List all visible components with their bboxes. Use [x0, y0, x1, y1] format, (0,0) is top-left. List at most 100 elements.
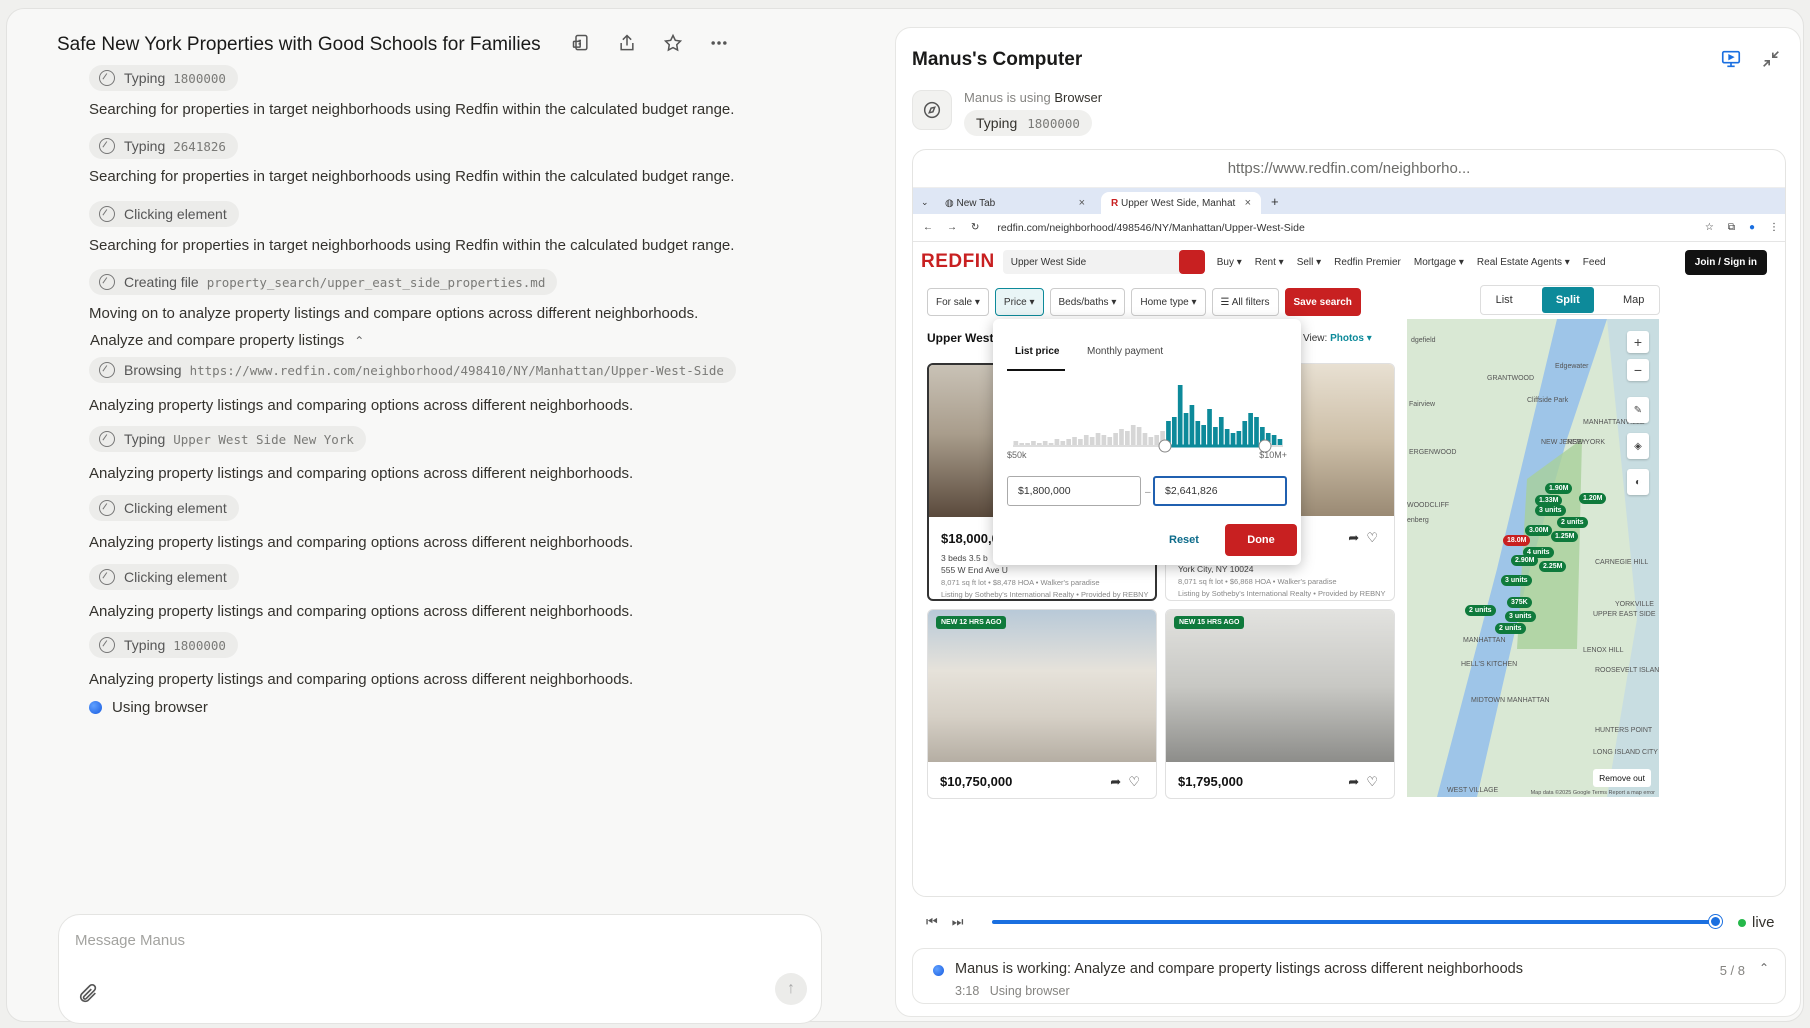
heart-icon[interactable]: ♡	[1128, 774, 1140, 789]
reload-icon[interactable]: ↻	[971, 222, 979, 233]
collapse-icon[interactable]	[1760, 48, 1782, 70]
redfin-nav-item[interactable]: Rent ▾	[1255, 257, 1284, 268]
map-price-pin[interactable]: 1.90M	[1545, 483, 1573, 494]
remove-outline-button[interactable]: Remove out	[1593, 769, 1651, 787]
playback-knob[interactable]	[1709, 915, 1722, 928]
menu-icon[interactable]: ⋮	[1769, 222, 1779, 233]
min-price-input[interactable]: $1,800,000	[1007, 476, 1141, 506]
task-status[interactable]: Manus is working: Analyze and compare pr…	[912, 948, 1786, 1004]
action-step[interactable]: Typing 1800000	[89, 632, 238, 658]
redfin-nav-item[interactable]: Mortgage ▾	[1414, 257, 1464, 268]
map-price-pin[interactable]: 3 units	[1501, 575, 1532, 586]
extensions-icon[interactable]: ⧉	[1728, 222, 1735, 233]
map-price-pin[interactable]: 375K	[1507, 597, 1532, 608]
share-icon[interactable]	[615, 31, 639, 55]
map-price-pin[interactable]: 1.20M	[1579, 493, 1607, 504]
listing-card[interactable]: NEW 15 HRS AGO $1,795,000 ➦ ♡	[1165, 609, 1395, 799]
map-price-pin[interactable]: 2.90M	[1511, 555, 1539, 566]
live-indicator[interactable]: live	[1738, 914, 1775, 931]
layers-icon[interactable]: ◈	[1627, 433, 1649, 459]
skip-back-icon[interactable]: ⏮	[926, 914, 938, 930]
heart-icon[interactable]: ♡	[1366, 774, 1378, 789]
new-tab-icon[interactable]: +	[1261, 194, 1289, 214]
more-icon[interactable]	[707, 31, 731, 55]
message-composer[interactable]: Message Manus ↑	[58, 914, 822, 1024]
map-price-pin[interactable]: 2 units	[1465, 605, 1496, 616]
action-step[interactable]: Typing Upper West Side New York	[89, 426, 366, 452]
listing-card[interactable]: NEW 12 HRS AGO $10,750,000 ➦ ♡	[927, 609, 1157, 799]
skip-forward-icon[interactable]: ⏭	[952, 914, 964, 930]
map-price-pin[interactable]: 2 units	[1495, 623, 1526, 634]
filter-button[interactable]: Home type ▾	[1131, 288, 1206, 316]
filter-button[interactable]: Price ▾	[994, 288, 1044, 316]
action-step[interactable]: Typing 2641826	[89, 133, 238, 159]
search-button[interactable]	[1178, 250, 1205, 274]
tab-monthly-payment[interactable]: Monthly payment	[1087, 346, 1163, 357]
done-button[interactable]: Done	[1225, 524, 1297, 556]
redfin-nav-item[interactable]: Redfin Premier	[1334, 257, 1401, 268]
redfin-nav-item[interactable]: Real Estate Agents ▾	[1477, 257, 1570, 268]
min-slider-handle[interactable]	[1158, 439, 1172, 453]
back-icon[interactable]: ←	[923, 222, 933, 233]
forward-icon[interactable]: →	[947, 222, 957, 233]
map-price-pin[interactable]: 18.0M	[1503, 535, 1531, 546]
redfin-logo[interactable]: REDFIN	[921, 251, 995, 273]
map-price-pin[interactable]: 1.25M	[1551, 531, 1579, 542]
monitor-icon[interactable]	[1720, 48, 1742, 70]
action-step[interactable]: Clicking element	[89, 495, 239, 521]
address-bar[interactable]: redfin.com/neighborhood/498546/NY/Manhat…	[997, 222, 1304, 234]
action-step[interactable]: Browsing https://www.redfin.com/neighborh…	[89, 357, 736, 383]
paperclip-icon[interactable]	[77, 983, 99, 1005]
action-step[interactable]: Typing 1800000	[89, 65, 238, 91]
send-button[interactable]: ↑	[775, 973, 807, 1005]
map-price-pin[interactable]: 3.00M	[1525, 525, 1553, 536]
heart-icon[interactable]: ♡	[1366, 530, 1378, 545]
view-mode[interactable]: View: Photos ▾	[1303, 333, 1372, 344]
playback-track[interactable]	[992, 920, 1714, 924]
redfin-search-input[interactable]: Upper West Side	[1002, 250, 1205, 274]
browser-tab-active[interactable]: R Upper West Side, Manhat ×	[1101, 192, 1261, 214]
chevron-up-icon[interactable]: ⌃	[1759, 961, 1769, 975]
filter-button[interactable]: For sale ▾	[927, 288, 989, 316]
browser-tab[interactable]: ◍ New Tab ×	[935, 192, 1095, 214]
action-step[interactable]: Clicking element	[89, 201, 239, 227]
bookmark-star-icon[interactable]: ☆	[1705, 222, 1714, 233]
close-icon[interactable]: ×	[1245, 197, 1251, 209]
map-price-pin[interactable]: 2 units	[1557, 517, 1588, 528]
share-icon[interactable]: ➦	[1348, 774, 1359, 789]
close-icon[interactable]: ×	[1079, 197, 1085, 209]
redfin-nav-item[interactable]: Buy ▾	[1217, 257, 1242, 268]
max-price-input[interactable]: $2,641,826	[1153, 476, 1287, 506]
map-price-pin[interactable]: 3 units	[1535, 505, 1566, 516]
redfin-nav-item[interactable]: Feed	[1583, 257, 1606, 268]
redfin-nav-item[interactable]: Sell ▾	[1297, 257, 1321, 268]
filter-button[interactable]: ☰ All filters	[1211, 288, 1279, 316]
tab-list-price[interactable]: List price	[1015, 346, 1059, 357]
chevron-up-icon[interactable]: ⌃	[354, 334, 364, 348]
browser-screenshot[interactable]: ⌄ ◍ New Tab × R Upper West Side, Manhat × …	[913, 188, 1785, 888]
profile-icon[interactable]: ●	[1749, 222, 1755, 233]
copy-doc-icon[interactable]	[569, 31, 593, 55]
tab-list-icon[interactable]: ⌄	[913, 197, 929, 214]
action-step[interactable]: Creating file property_search/upper_east_…	[89, 269, 558, 295]
join-sign-in-button[interactable]: Join / Sign in	[1684, 250, 1767, 275]
star-icon[interactable]	[661, 31, 685, 55]
map-type-icon[interactable]: ◐	[1627, 469, 1649, 495]
zoom-in-button[interactable]: +	[1627, 331, 1649, 353]
zoom-out-button[interactable]: −	[1627, 359, 1649, 381]
save-search-button[interactable]: Save search	[1284, 288, 1361, 316]
map-view-button[interactable]: Map	[1623, 294, 1644, 306]
map-price-pin[interactable]: 3 units	[1505, 611, 1536, 622]
results-map[interactable]: dgefield GRANTWOOD Edgewater Cliffside Park…	[1407, 319, 1659, 797]
list-view-button[interactable]: List	[1496, 294, 1513, 306]
map-price-pin[interactable]: 2.25M	[1539, 561, 1567, 572]
share-icon[interactable]: ➦	[1110, 774, 1121, 789]
reset-button[interactable]: Reset	[1169, 534, 1199, 546]
message-input[interactable]: Message Manus	[75, 932, 185, 949]
filter-button[interactable]: Beds/baths ▾	[1049, 288, 1126, 316]
task-group-header[interactable]: Analyze and compare property listings ⌃	[89, 332, 364, 349]
draw-icon[interactable]: ✎	[1627, 397, 1649, 423]
share-icon[interactable]: ➦	[1348, 530, 1359, 545]
split-view-button[interactable]: Split	[1541, 287, 1594, 313]
action-step[interactable]: Clicking element	[89, 564, 239, 590]
